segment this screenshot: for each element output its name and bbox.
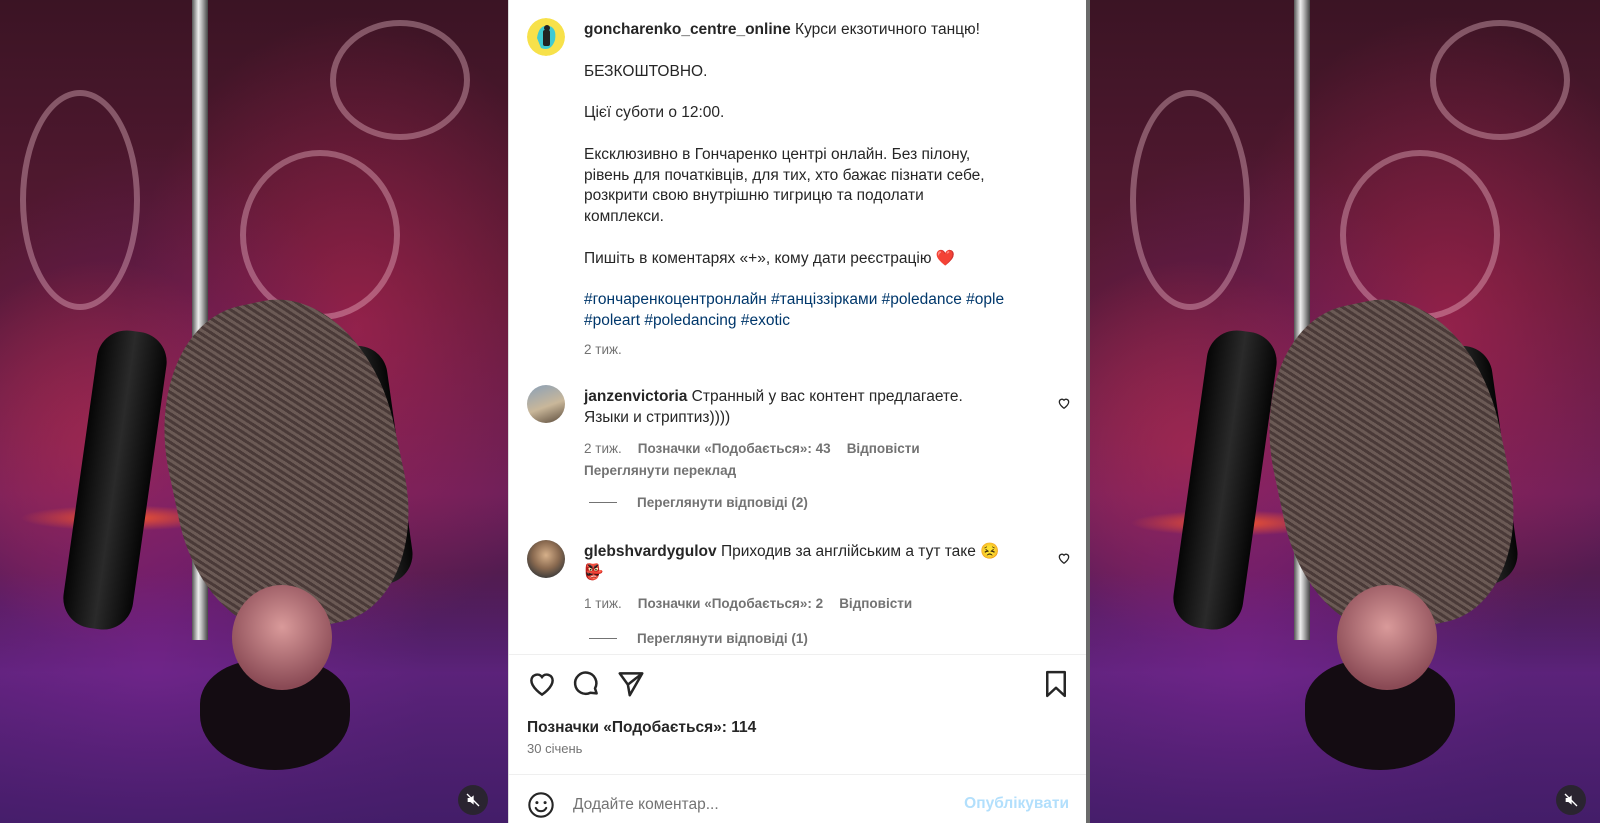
heart-icon[interactable] xyxy=(527,669,557,699)
post-date: 30 січень xyxy=(527,741,583,756)
comment-likes[interactable]: Позначки «Подобається»: 43 xyxy=(638,439,831,460)
graffiti-scribble xyxy=(20,90,140,310)
graffiti-scribble xyxy=(1130,90,1250,310)
graffiti-scribble xyxy=(240,150,400,320)
comment-time[interactable]: 1 тиж. xyxy=(584,594,622,615)
post-actions-bar: Позначки «Подобається»: 114 30 січень xyxy=(509,654,1087,774)
post-panel: goncharenko_centre_online Курси екзотичн… xyxy=(508,0,1087,823)
replies-divider xyxy=(589,638,617,639)
comment-body: janzenvictoria Странный у вас контент пр… xyxy=(584,387,1035,482)
comment-icon[interactable] xyxy=(571,669,601,699)
post-likes[interactable]: Позначки «Подобається»: 114 xyxy=(527,719,756,737)
caption-hashtags[interactable]: #гончаренкоцентронлайн #танціззірками #p… xyxy=(584,290,1035,332)
dancer-head xyxy=(1337,585,1437,690)
mute-button-right[interactable] xyxy=(1556,785,1586,815)
caption-paragraph: Пишіть в коментарях «+», кому дати реєст… xyxy=(584,249,956,267)
caption-paragraph: БЕЗКОШТОВНО. xyxy=(584,62,708,80)
view-replies-button[interactable]: Переглянути відповіді (1) xyxy=(589,631,808,646)
translate-link[interactable]: Переглянути переклад xyxy=(584,461,1035,482)
mute-button-left[interactable] xyxy=(458,785,488,815)
video-background-right[interactable] xyxy=(1090,0,1600,823)
comment-username[interactable]: glebshvardygulov xyxy=(584,543,717,560)
reply-button[interactable]: Відповісти xyxy=(839,594,912,615)
comment-username[interactable]: janzenvictoria xyxy=(584,388,687,405)
paper-plane-icon[interactable] xyxy=(616,669,646,699)
caption-body: goncharenko_centre_online Курси екзотичн… xyxy=(584,20,1035,361)
comment-time[interactable]: 2 тиж. xyxy=(584,439,622,460)
avatar[interactable] xyxy=(527,18,565,56)
comment-body: glebshvardygulov Приходив за англійським… xyxy=(584,542,1035,614)
avatar[interactable] xyxy=(527,540,565,578)
post-username[interactable]: goncharenko_centre_online xyxy=(584,21,791,38)
comment-input[interactable] xyxy=(573,785,933,823)
heart-icon[interactable] xyxy=(1057,551,1071,565)
publish-button[interactable]: Опублікувати xyxy=(964,795,1069,813)
speaker-muted-icon xyxy=(466,793,480,807)
replies-divider xyxy=(589,502,617,503)
bookmark-icon[interactable] xyxy=(1041,669,1071,699)
instagram-post-viewer: goncharenko_centre_online Курси екзотичн… xyxy=(0,0,1600,823)
video-background-left[interactable] xyxy=(0,0,508,823)
view-replies-label: Переглянути відповіді (2) xyxy=(637,495,808,510)
graffiti-scribble xyxy=(330,20,470,140)
caption-paragraph: Цієї суботи о 12:00. xyxy=(584,104,725,122)
dancer-head xyxy=(232,585,332,690)
comments-scroll-area[interactable]: goncharenko_centre_online Курси екзотичн… xyxy=(509,0,1087,654)
view-replies-button[interactable]: Переглянути відповіді (2) xyxy=(589,495,808,510)
reply-button[interactable]: Відповісти xyxy=(847,439,920,460)
centre-logo-icon xyxy=(527,18,565,56)
add-comment-bar: Опублікувати xyxy=(509,774,1087,823)
avatar[interactable] xyxy=(527,385,565,423)
comment-likes[interactable]: Позначки «Подобається»: 2 xyxy=(638,594,823,615)
caption-first-line: Курси екзотичного танцю! xyxy=(790,21,980,38)
heart-icon[interactable] xyxy=(1057,396,1071,410)
graffiti-scribble xyxy=(1430,20,1570,140)
view-replies-label: Переглянути відповіді (1) xyxy=(637,631,808,646)
emoji-icon[interactable] xyxy=(527,791,555,819)
speaker-muted-icon xyxy=(1564,793,1578,807)
post-time[interactable]: 2 тиж. xyxy=(584,340,1035,361)
graffiti-scribble xyxy=(1340,150,1500,320)
caption-paragraph: Ексклюзивно в Гончаренко центрі онлайн. … xyxy=(584,145,985,226)
